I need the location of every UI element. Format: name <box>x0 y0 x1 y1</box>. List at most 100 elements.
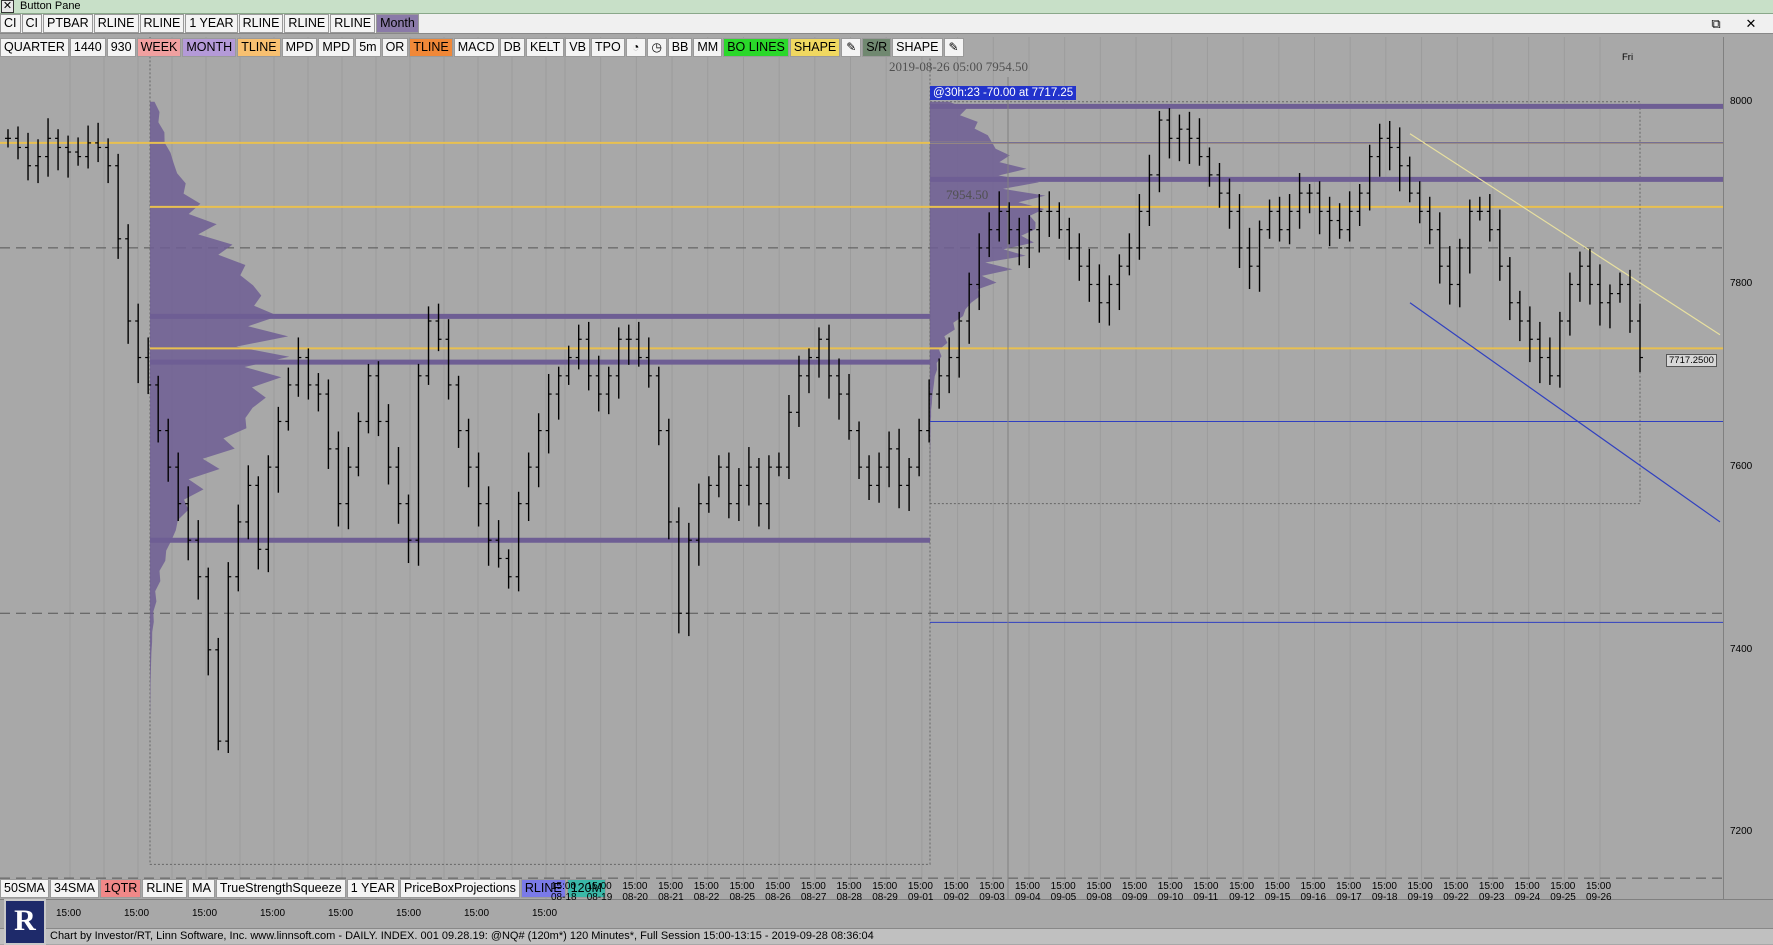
1-year-button[interactable]: 1 YEAR <box>185 14 238 33</box>
indicator-toolbar: QUARTER 1440 930 WEEK MONTH TLINE MPD MPD 5m OR TL… <box>0 37 965 57</box>
time-tick-label: 15:00 <box>260 908 286 919</box>
week-button[interactable]: WEEK <box>136 37 182 57</box>
date-tick-label: 09-22 <box>1443 892 1469 903</box>
priceboxprojections-button[interactable]: PriceBoxProjections <box>400 878 520 898</box>
db-button[interactable]: DB <box>499 37 525 57</box>
macd-button[interactable]: MACD <box>453 37 499 57</box>
date-tick-label: 09-01 <box>907 892 934 903</box>
vb-button[interactable]: VB <box>565 37 590 57</box>
date-tick-label: 09-03 <box>979 892 1005 903</box>
1-year-button[interactable]: 1 YEAR <box>346 878 400 898</box>
s-r-button[interactable]: S/R <box>862 37 892 57</box>
month-button[interactable]: Month <box>376 14 419 33</box>
bb-button[interactable]: BB <box>667 37 693 57</box>
tline-button[interactable]: TLINE <box>409 37 453 57</box>
window-title: Button Pane <box>20 0 81 12</box>
date-tick-label: 09-16 <box>1300 892 1327 903</box>
rline-button[interactable]: RLINE <box>284 14 330 33</box>
34sma-button[interactable]: 34SMA <box>50 878 99 898</box>
price-tick-label: 7200 <box>1730 826 1753 838</box>
pencil-icon[interactable]: ✎ <box>841 37 862 57</box>
bo-lines-button[interactable]: BO LINES <box>723 37 789 57</box>
mm-button[interactable]: MM <box>693 37 723 57</box>
time-tick-label: 15:00 <box>765 881 791 892</box>
close-window-icon[interactable]: ✕ <box>1740 15 1762 32</box>
date-tick-label: 09-15 <box>1264 892 1291 903</box>
date-tick-label: 09-05 <box>1050 892 1077 903</box>
time-tick-label: 15:00 <box>1586 881 1612 892</box>
time-tick-label: 15:00 <box>1300 881 1326 892</box>
date-tick-label: 09-09 <box>1122 892 1148 903</box>
date-tick-label: 09-10 <box>1157 892 1184 903</box>
time-tick-label: 15:00 <box>658 881 684 892</box>
volume-profile-september <box>930 101 1046 504</box>
rline-button[interactable]: RLINE <box>238 14 284 33</box>
shape-button[interactable]: SHAPE <box>892 37 943 57</box>
date-tick-label: 09-24 <box>1514 892 1541 903</box>
price-chart[interactable] <box>0 37 1723 899</box>
time-tick-label: 15:00 <box>1086 881 1112 892</box>
last-price-label: 7717.2500 <box>1666 354 1717 368</box>
ptbar-button[interactable]: PTBAR <box>43 14 93 33</box>
time-tick-label: 15:00 <box>551 881 577 892</box>
date-tick-label: 08-19 <box>586 892 613 903</box>
5m-button[interactable]: 5m <box>355 37 381 57</box>
rline-button[interactable]: RLINE <box>142 878 188 898</box>
truestrengthsqueeze-button[interactable]: TrueStrengthSqueeze <box>215 878 346 898</box>
date-tick-label: 09-11 <box>1193 892 1219 903</box>
time-tick-label: 15:00 <box>1478 881 1504 892</box>
clock-fill-icon[interactable]: ◔ <box>625 37 646 57</box>
time-tick-label: 15:00 <box>1229 881 1255 892</box>
mpd-button[interactable]: MPD <box>318 37 355 57</box>
rline-button[interactable]: RLINE <box>330 14 376 33</box>
price-tick-label: 7800 <box>1730 278 1753 290</box>
ma-button[interactable]: MA <box>188 878 215 898</box>
date-tick-label: 08-25 <box>729 892 756 903</box>
pencil-icon[interactable]: ✎ <box>943 37 964 57</box>
time-tick-label: 15:00 <box>693 881 719 892</box>
kelt-button[interactable]: KELT <box>525 37 565 57</box>
price-tick-label: 8000 <box>1730 95 1753 107</box>
time-tick-label: 15:00 <box>1443 881 1469 892</box>
time-tick-label: 15:00 <box>1514 881 1540 892</box>
tline-button[interactable]: TLINE <box>237 37 281 57</box>
1qtr-button[interactable]: 1QTR <box>100 878 142 898</box>
tpo-button[interactable]: TPO <box>590 37 625 57</box>
price-tick-label: 7600 <box>1730 461 1753 473</box>
investor-rt-logo: R <box>4 899 46 945</box>
ci-button[interactable]: CI <box>0 14 21 33</box>
app-window: ✕ Button Pane CI CI PTBAR RLINE RLINE 1 YEAR R… <box>0 0 1773 945</box>
date-tick-label: 09-26 <box>1586 892 1612 903</box>
date-tick-label: 09-02 <box>943 892 970 903</box>
cursor-date-text: 2019-08-26 05:00 <box>889 59 983 74</box>
date-tick-label: 09-23 <box>1478 892 1505 903</box>
rline-button[interactable]: RLINE <box>139 14 185 33</box>
volume-profile-august <box>150 101 290 714</box>
date-tick-label: 08-22 <box>693 892 720 903</box>
time-tick-label: 15:00 <box>124 908 150 919</box>
time-tick-label: 15:00 <box>907 881 933 892</box>
quarter-button[interactable]: QUARTER <box>0 37 69 57</box>
shape-button[interactable]: SHAPE <box>789 37 841 57</box>
cursor-info-box: @30h:23 -70.00 at 7717.25 <box>930 86 1077 100</box>
ci-button[interactable]: CI <box>21 14 42 33</box>
button-pane-toolbar: CI CI PTBAR RLINE RLINE 1 YEAR RLINE RLINE RLINE… <box>0 14 1773 34</box>
month-button[interactable]: MONTH <box>182 37 237 57</box>
time-axis[interactable]: 15:00 08-18 15:00 08-19 15:00 08-20 15:00 08-21… <box>0 881 1773 929</box>
date-tick-label: 09-18 <box>1371 892 1398 903</box>
date-tick-label: 09-19 <box>1407 892 1434 903</box>
restore-window-icon[interactable]: ⧉ <box>1705 15 1727 32</box>
date-tick-label: 08-29 <box>872 892 898 903</box>
clock-icon[interactable]: ◷ <box>646 37 667 57</box>
mpd-button[interactable]: MPD <box>281 37 318 57</box>
1440-button[interactable]: 1440 <box>69 37 106 57</box>
50sma-button[interactable]: 50SMA <box>0 878 49 898</box>
or-button[interactable]: OR <box>381 37 409 57</box>
close-icon[interactable]: ✕ <box>1 0 14 13</box>
date-tick-label: 09-17 <box>1336 892 1362 903</box>
cursor-price-text: 7954.50 <box>985 59 1029 74</box>
price-axis[interactable]: 8000 7800 7600 7400 7200 <box>1723 37 1773 899</box>
time-tick-label: 15:00 <box>1336 881 1362 892</box>
rline-button[interactable]: RLINE <box>93 14 139 33</box>
930-button[interactable]: 930 <box>106 37 136 57</box>
